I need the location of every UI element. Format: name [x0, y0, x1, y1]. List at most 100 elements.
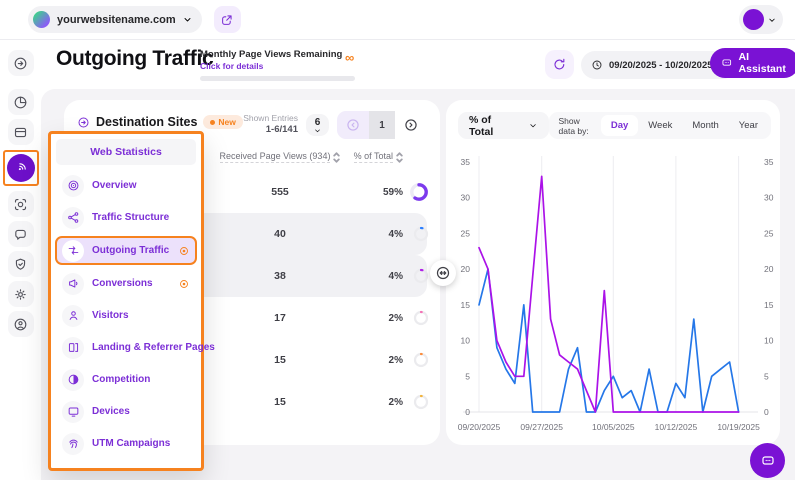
avatar: [743, 9, 764, 30]
received-views-cell: 15: [274, 396, 286, 408]
focus-target-icon: [13, 197, 28, 212]
quota-details-link[interactable]: Click for details: [200, 61, 362, 71]
rail-item-messages[interactable]: [8, 221, 34, 247]
refresh-icon: [552, 57, 567, 72]
pagination: 1: [337, 111, 427, 139]
rail-item-account[interactable]: [8, 311, 34, 337]
period-month[interactable]: Month: [682, 115, 728, 136]
svg-text:20: 20: [764, 264, 774, 274]
pie-chart-icon: [13, 95, 28, 110]
chat-bubble-icon: [760, 453, 776, 469]
percent-donut-icon: [409, 182, 429, 202]
page-header: Outgoing Traffic Monthly Page Views Rema…: [41, 41, 795, 89]
top-bar: yourwebsitename.com: [0, 0, 795, 40]
column-received-page-views[interactable]: Received Page Views (934): [219, 151, 341, 163]
icon-rail: [0, 41, 41, 480]
site-logo-icon: [33, 11, 50, 28]
period-day[interactable]: Day: [601, 115, 638, 136]
shield-check-icon: [13, 257, 28, 272]
site-name: yourwebsitename.com: [57, 14, 176, 26]
menu-item-visitors[interactable]: Visitors: [57, 302, 195, 329]
percent-cell: 2%: [389, 397, 403, 408]
panel-expand-icon: [13, 56, 28, 71]
refresh-button[interactable]: [545, 50, 574, 79]
percent-cell: 2%: [389, 313, 403, 324]
outgoing-traffic-icon: [67, 244, 80, 257]
page-size-selector[interactable]: 6: [306, 114, 329, 136]
rail-highlight-ring: [3, 150, 39, 186]
panel-resize-handle[interactable]: [430, 260, 456, 286]
menu-header: Web Statistics: [56, 139, 196, 165]
chevron-down-icon: [768, 16, 776, 24]
menu-item-landing-referrer-pages[interactable]: Landing & Referrer Pages: [57, 334, 195, 361]
arrow-left-circle-icon: [345, 117, 361, 133]
period-toggle-group: Show data by: Day Week Month Year: [549, 112, 771, 139]
sort-icon: [333, 152, 340, 163]
percent-donut-icon: [413, 394, 429, 410]
open-site-button[interactable]: [214, 6, 241, 33]
user-menu[interactable]: [739, 5, 783, 34]
menu-item-utm-campaigns[interactable]: UTM Campaigns: [57, 430, 195, 457]
table-title: Destination Sites: [96, 115, 197, 129]
sort-icon: [396, 152, 403, 163]
menu-item-devices[interactable]: Devices: [57, 398, 195, 425]
overview-icon: [67, 179, 80, 192]
page-title: Outgoing Traffic: [56, 47, 213, 71]
received-views-cell: 38: [274, 270, 286, 282]
ai-chat-icon: [721, 56, 733, 70]
received-views-cell: 15: [274, 354, 286, 366]
next-page-button[interactable]: [395, 111, 427, 139]
svg-text:10: 10: [764, 336, 774, 346]
web-statistics-icon: [13, 161, 28, 176]
ai-assistant-button[interactable]: AI Assistant: [710, 48, 795, 78]
svg-text:09/27/2025: 09/27/2025: [520, 422, 563, 432]
svg-text:0: 0: [764, 407, 769, 417]
shown-entries-label: Shown Entries: [243, 113, 298, 124]
svg-text:10/12/2025: 10/12/2025: [655, 422, 698, 432]
briefcase-icon: [13, 125, 28, 140]
chevron-down-icon: [529, 121, 537, 130]
previous-page-button[interactable]: [337, 111, 369, 139]
menu-item-outgoing-traffic[interactable]: Outgoing Traffic: [55, 236, 197, 265]
quota-value: ∞: [345, 50, 354, 65]
traffic-chart-panel: % of Total Show data by: Day Week Month …: [446, 100, 780, 445]
svg-text:10/19/2025: 10/19/2025: [717, 422, 760, 432]
traffic-line-chart[interactable]: 005510101515202025253030353509/20/202509…: [452, 146, 774, 438]
badge-dot-icon: [210, 120, 215, 125]
rail-item-web-statistics[interactable]: [7, 154, 35, 182]
current-page[interactable]: 1: [369, 111, 395, 139]
menu-item-competition[interactable]: Competition: [57, 366, 195, 393]
svg-text:35: 35: [461, 157, 471, 167]
rail-item-security[interactable]: [8, 251, 34, 277]
percent-donut-icon: [413, 352, 429, 368]
column-percent-of-total[interactable]: % of Total: [341, 151, 403, 163]
menu-item-traffic-structure[interactable]: Traffic Structure: [57, 204, 195, 231]
period-week[interactable]: Week: [638, 115, 682, 136]
svg-text:09/20/2025: 09/20/2025: [458, 422, 501, 432]
utm-campaigns-icon: [67, 437, 80, 450]
target-badge-icon: [178, 245, 190, 257]
clock-icon: [591, 59, 603, 71]
rail-item-products[interactable]: [8, 119, 34, 145]
site-selector[interactable]: yourwebsitename.com: [28, 6, 202, 33]
rail-item-settings[interactable]: [8, 281, 34, 307]
show-data-by-label: Show data by:: [552, 116, 601, 136]
rail-item-analytics[interactable]: [8, 89, 34, 115]
svg-text:20: 20: [461, 264, 471, 274]
expand-sidebar-button[interactable]: [8, 50, 34, 76]
percent-cell: 59%: [383, 187, 403, 198]
menu-item-conversions[interactable]: Conversions: [57, 270, 195, 297]
external-link-icon: [220, 13, 234, 27]
rail-item-goals[interactable]: [8, 191, 34, 217]
new-badge: New: [203, 115, 242, 129]
svg-text:5: 5: [465, 371, 470, 381]
menu-item-overview[interactable]: Overview: [57, 172, 195, 199]
received-views-cell: 555: [271, 186, 289, 198]
percent-cell: 4%: [389, 271, 403, 282]
metric-selector[interactable]: % of Total: [458, 112, 549, 139]
support-chat-button[interactable]: [750, 443, 785, 478]
chevron-down-icon: [183, 15, 192, 24]
svg-text:0: 0: [465, 407, 470, 417]
rail-icon-group: [3, 89, 39, 337]
period-year[interactable]: Year: [729, 115, 768, 136]
